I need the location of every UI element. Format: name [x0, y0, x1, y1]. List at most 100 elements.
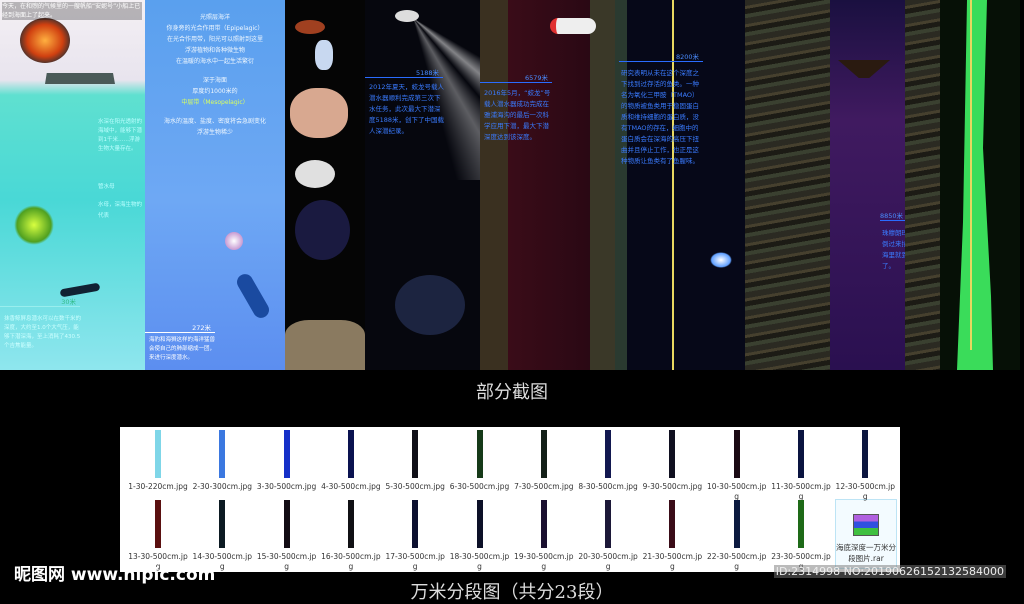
winrar-archive-icon [853, 514, 879, 536]
label-text-2: 水母，深海生物的代表 [98, 202, 143, 219]
panel-surface: 今天，在和煦的气候里的一艘帆船“安妮号”小船上已经到海面上了起来。 水深在阳光透… [0, 0, 145, 370]
file-item[interactable]: 2-30-300cm.jpg [190, 430, 254, 492]
file-item[interactable]: 18-30-500cm.jpg [448, 500, 512, 572]
info-text-bottom: 抹香鲸屏息潜水可以在数千米的深度，大约至1.0个大气压，能够下潜深海，至上消耗了… [4, 316, 82, 349]
info-line: 浮游生物稀少 [196, 129, 233, 136]
file-item[interactable]: 15-30-500cm.jpg [255, 500, 319, 572]
ship-illustration [45, 40, 115, 84]
intro-text: 今天，在和煦的气候里的一艘帆船“安妮号”小船上已经到海面上了起来。 [2, 2, 142, 20]
image-thumbnail [798, 500, 804, 548]
file-name: 17-30-500cm.jpg [385, 552, 445, 571]
squid-illustration [315, 40, 333, 70]
file-item[interactable]: 7-30-500cm.jpg [512, 430, 576, 492]
file-item[interactable]: 1-30-220cm.jpg [126, 430, 190, 492]
image-thumbnail [733, 500, 740, 548]
file-item[interactable]: 11-30-500cm.jpg [769, 430, 833, 502]
file-item[interactable]: 3-30-500cm.jpg [255, 430, 319, 492]
depth-marker: 6579米 [480, 72, 552, 83]
bottom-caption: 万米分段图（共分23段） [410, 582, 614, 603]
panel-trench-bottom [940, 0, 1020, 370]
image-thumbnail [283, 500, 290, 548]
deep-fish-illustration [295, 200, 350, 260]
image-thumbnail [540, 500, 547, 548]
image-thumbnail [476, 430, 483, 478]
info-line: 浮游植物和各种微生物 [184, 47, 245, 54]
file-name: 5-30-500cm.jpg [385, 482, 445, 491]
file-name: 10-30-500cm.jpg [706, 482, 767, 501]
jellyfish-illustration [14, 205, 54, 245]
image-thumbnail [476, 500, 483, 548]
info-line: 在温暖的海水中一起生活繁衍 [175, 58, 254, 65]
anglerfish-illustration [295, 160, 335, 188]
file-item[interactable]: 5-30-500cm.jpg [383, 430, 447, 492]
trench-green-channel [957, 0, 993, 370]
file-name: 18-30-500cm.jpg [449, 552, 510, 571]
panel-5188m: 5188米 2012年夏天，蛟龙号载人潜水器顺利完成第三次下水任务，此次最大下潜… [365, 0, 480, 370]
file-item[interactable]: 17-30-500cm.jpg [383, 500, 447, 572]
viperfish-illustration [395, 275, 465, 335]
file-item-rar[interactable]: 海底深度一万米分段图片.rar [835, 499, 897, 569]
image-thumbnail [283, 430, 290, 478]
file-item[interactable]: 6-30-500cm.jpg [448, 430, 512, 492]
file-name: 8-30-500cm.jpg [578, 482, 638, 491]
file-name: 1-30-220cm.jpg [128, 482, 188, 491]
info-text: 研究表明从未在这个深度之下找到过存活的鱼类。一种名为氧化三甲胺（TMAO）的物质… [621, 69, 699, 165]
depth-marker: 30米 [0, 296, 80, 307]
file-name: 16-30-500cm.jpg [321, 552, 381, 571]
panel-6579m: 6579米 2016年5月，“蛟龙”号载人潜水器成功完成在雅浦海沟的最后一次科学… [480, 0, 615, 370]
info-text: 水深在阳光透射的海域中，能够下潜到1千米……浮游生物大量存在。 [98, 119, 143, 152]
blobfish-illustration [290, 88, 348, 138]
file-item[interactable]: 4-30-500cm.jpg [319, 430, 383, 492]
file-item[interactable]: 22-30-500cm.jpg [705, 500, 769, 572]
panel-trench-rock-2 [905, 0, 940, 370]
file-name: 海底深度一万米分段图片.rar [836, 543, 896, 563]
info-text: 珠穆朗玛峰倒过来插在海里就到这了。 [882, 229, 905, 270]
image-thumbnail [412, 500, 419, 548]
file-item[interactable]: 12-30-500cm.jpg [833, 430, 897, 502]
file-item[interactable]: 16-30-500cm.jpg [319, 500, 383, 572]
file-name: 15-30-500cm.jpg [256, 552, 317, 571]
file-name: 6-30-500cm.jpg [449, 482, 510, 491]
image-thumbnail [347, 500, 354, 548]
image-thumbnail [605, 430, 612, 478]
glowing-jellyfish-illustration [710, 252, 732, 268]
depth-marker: 8200米 [619, 51, 703, 62]
file-name: 20-30-500cm.jpg [578, 552, 638, 571]
fish-illustration [295, 20, 325, 34]
file-item[interactable]: 23-30-500cm.jpg [769, 500, 833, 572]
file-name: 19-30-500cm.jpg [514, 552, 574, 571]
image-id: ID:2314998 NO:20190626152132584000 [773, 565, 1006, 578]
file-name: 9-30-500cm.jpg [642, 482, 703, 491]
file-list-panel: 海底深度一万米分段图片.rar 1-30-220cm.jpg 2-30-300cm… [120, 427, 900, 572]
info-line: 海水的温度、盐度、密度将会急剧变化 [163, 118, 266, 125]
submarine-illustration [550, 18, 596, 34]
info-text-bottom: 海豹和海狮这样的海洋猛兽会使自己的肺部缩成一团，来进行深度潜水。 [149, 337, 216, 361]
file-name: 2-30-300cm.jpg [192, 482, 253, 491]
info-line: 光照层海洋 [199, 14, 230, 21]
image-thumbnail [669, 500, 676, 548]
info-text: 2012年夏天，蛟龙号载人潜水器顺利完成第三次下水任务，此次最大下潜深度5188… [369, 83, 445, 135]
file-item[interactable]: 19-30-500cm.jpg [512, 500, 576, 572]
file-name: 22-30-500cm.jpg [706, 552, 767, 571]
image-thumbnail [155, 430, 161, 478]
panel-epipelagic: 光照层海洋 你身旁的光合作用带（Epipelagic） 在光合作用带，阳光可以照… [145, 0, 285, 370]
file-item[interactable]: 8-30-500cm.jpg [576, 430, 640, 492]
file-name: 12-30-500cm.jpg [835, 482, 896, 501]
file-item[interactable]: 9-30-500cm.jpg [640, 430, 704, 492]
panel-deep-creatures [285, 0, 365, 370]
file-item[interactable]: 21-30-500cm.jpg [640, 500, 704, 572]
pufferfish-illustration [225, 232, 243, 250]
file-name: 11-30-500cm.jpg [771, 482, 831, 501]
section-caption: 部分截图 [476, 382, 548, 403]
panel-8200m: 8200米 研究表明从未在这个深度之下找到过存活的鱼类。一种名为氧化三甲胺（TM… [615, 0, 745, 370]
file-name: 3-30-500cm.jpg [256, 482, 317, 491]
submarine-illustration [395, 10, 419, 22]
depth-marker: 5188米 [365, 67, 443, 78]
image-thumbnail [733, 430, 740, 478]
image-thumbnail [347, 430, 354, 478]
file-item[interactable]: 10-30-500cm.jpg [705, 430, 769, 502]
depth-marker: 8850米 [880, 210, 905, 221]
inverted-mountain-illustration [838, 60, 890, 78]
file-name: 4-30-500cm.jpg [321, 482, 381, 491]
file-item[interactable]: 20-30-500cm.jpg [576, 500, 640, 572]
